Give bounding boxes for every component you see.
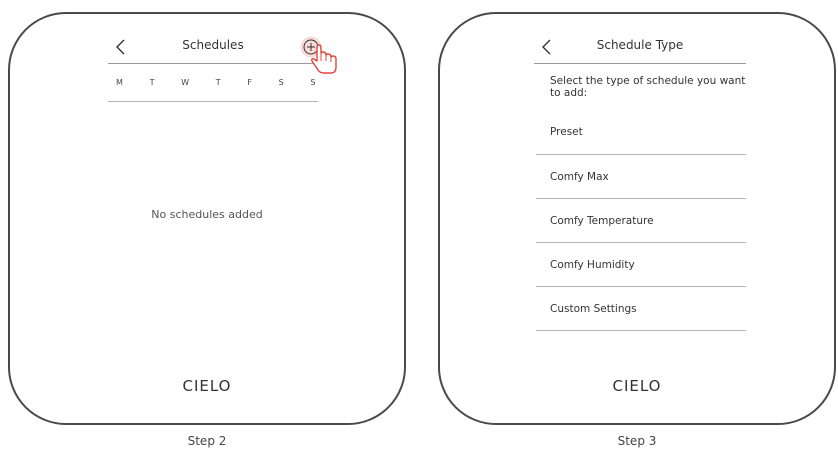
day-monday[interactable]: M (116, 78, 123, 87)
schedule-type-list: Preset Comfy Max Comfy Temperature Comfy… (536, 110, 746, 331)
option-comfy-temperature[interactable]: Comfy Temperature (536, 199, 746, 243)
page-title: Schedules (182, 38, 244, 52)
day-tuesday[interactable]: T (150, 78, 155, 87)
pointer-hand-icon (311, 44, 337, 74)
day-sunday[interactable]: S (310, 78, 316, 87)
option-comfy-max[interactable]: Comfy Max (536, 155, 746, 199)
cielo-logo: CIELO (612, 377, 662, 395)
device-screen-schedules: Schedules M T W T F S S No schedules add… (8, 12, 406, 425)
day-thursday[interactable]: T (216, 78, 221, 87)
schedules-header: Schedules (108, 32, 337, 74)
option-comfy-humidity[interactable]: Comfy Humidity (536, 243, 746, 287)
day-friday[interactable]: F (247, 78, 252, 87)
device-screen-schedule-type: Schedule Type Select the type of schedul… (438, 12, 836, 425)
page-title: Schedule Type (596, 38, 684, 52)
empty-state-message: No schedules added (151, 208, 263, 221)
day-saturday[interactable]: S (279, 78, 285, 87)
instruction-text: Select the type of schedule you want to … (550, 75, 746, 99)
divider (108, 101, 318, 102)
option-custom-settings[interactable]: Custom Settings (536, 287, 746, 331)
step-caption: Step 2 (187, 434, 227, 448)
step-caption: Step 3 (617, 434, 657, 448)
schedule-type-header: Schedule Type (534, 32, 746, 64)
cielo-logo: CIELO (182, 377, 232, 395)
option-preset[interactable]: Preset (536, 110, 746, 155)
day-wednesday[interactable]: W (181, 78, 189, 87)
weekday-selector: M T W T F S S (108, 78, 318, 87)
